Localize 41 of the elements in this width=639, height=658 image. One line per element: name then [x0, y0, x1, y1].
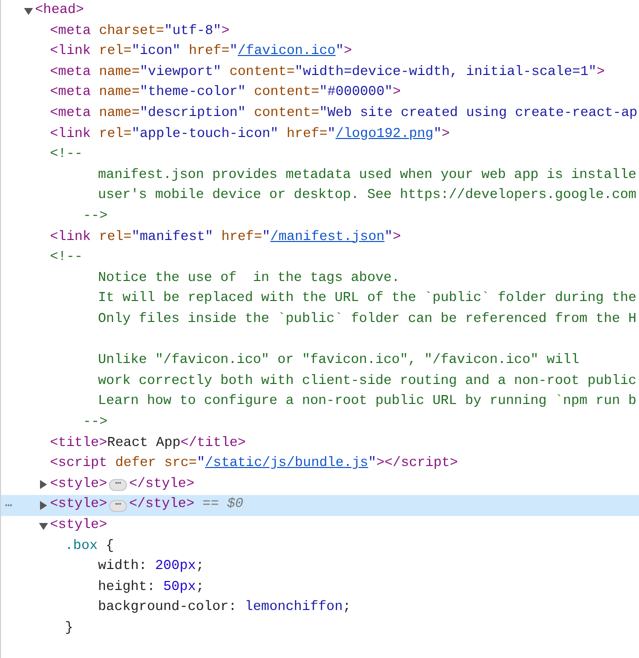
- link[interactable]: /static/js/bundle.js: [205, 454, 368, 475]
- code-line: <meta name="description" content="Web site created using create-react-ap: [50, 105, 638, 124]
- link[interactable]: /favicon.ico: [238, 42, 336, 63]
- link[interactable]: /manifest.json: [270, 228, 385, 248]
- ellipsis-button[interactable]: ⋯: [109, 500, 128, 512]
- code-line: <meta charset="utf-8">: [50, 22, 230, 41]
- expand-arrow-icon[interactable]: [39, 501, 48, 510]
- code-line: <style>: [50, 516, 108, 535]
- code-line: <link rel="icon" href="/favicon.ico">: [50, 42, 352, 63]
- comment-line: user's mobile device or desktop. See https://developers.google.com: [98, 187, 636, 206]
- collapse-arrow-icon[interactable]: [39, 522, 48, 531]
- comment-line: It will be replaced with the URL of the `public` folder during the: [98, 290, 636, 308]
- css-rule-line: }: [65, 620, 74, 638]
- code-line: <meta name="viewport" content="width=device-width, initial-scale=1">: [50, 64, 605, 82]
- ellipsis-button[interactable]: ⋯: [109, 478, 128, 491]
- comment-line: <!--: [50, 146, 83, 164]
- css-rule-line: .box {: [65, 538, 114, 556]
- comment-line: manifest.json provides metadata used when your web app is installe: [98, 166, 636, 185]
- more-options-button[interactable]: ⋯: [5, 496, 12, 515]
- collapse-arrow-icon[interactable]: [24, 6, 33, 16]
- css-declaration: background-color: lemonchiffon;: [98, 599, 351, 618]
- expand-arrow-icon[interactable]: [39, 480, 48, 490]
- comment-line: Only files inside the `public` folder can be referenced from the H: [98, 311, 636, 329]
- css-declaration: width: 200px;: [98, 558, 204, 576]
- comment-line: -->: [83, 414, 108, 432]
- code-line: <head>: [35, 2, 84, 20]
- code-line: <link rel="apple-touch-icon" href="/logo192.png">: [50, 124, 450, 146]
- code-line: <script defer src="/static/js/bundle.js"></script>: [50, 454, 458, 475]
- comment-line: <!--: [50, 249, 83, 268]
- css-declaration: height: 50px;: [98, 578, 204, 597]
- code-line: <meta name="theme-color" content="#000000">: [50, 84, 401, 102]
- code-line: <style> ⋯ </style> == $0: [50, 496, 244, 514]
- code-line: <style> ⋯ </style>: [50, 476, 194, 494]
- comment-line: work correctly both with client-side routing and a non-root public: [98, 372, 636, 391]
- code-line: <title>React App</title>: [50, 434, 246, 453]
- code-line: <link rel="manifest" href="/manifest.json">: [50, 228, 401, 248]
- comment-line: Learn how to configure a non-root public URL by running `npm run b: [98, 393, 636, 412]
- link[interactable]: /logo192.png: [336, 124, 434, 146]
- comment-line: Notice the use of in the tags above.: [98, 270, 400, 288]
- comment-line: Unlike "/favicon.ico" or "favicon.ico", "/favicon.ico" will: [98, 352, 580, 370]
- comment-line: -->: [83, 208, 108, 226]
